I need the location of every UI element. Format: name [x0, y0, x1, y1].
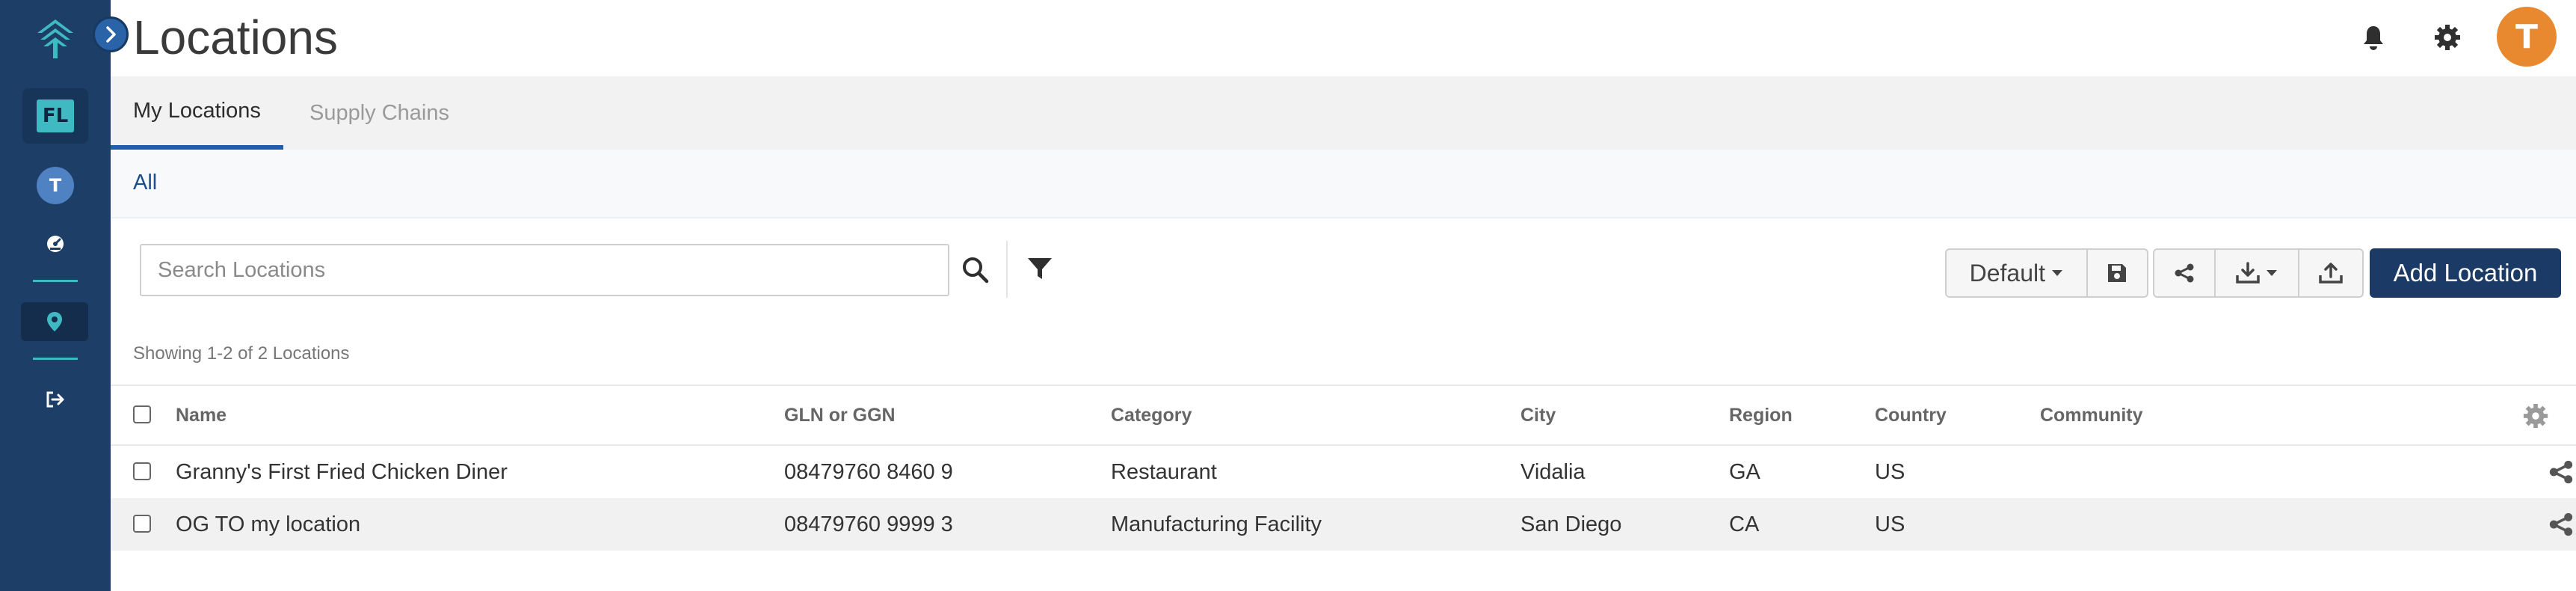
row-share-icon[interactable]	[2546, 457, 2576, 487]
search-input[interactable]	[140, 244, 949, 296]
save-view-button[interactable]	[2088, 250, 2147, 296]
bell-icon[interactable]	[2358, 22, 2388, 52]
app-logo-icon[interactable]	[34, 16, 76, 60]
sidebar: FL T	[0, 0, 111, 591]
column-header-category[interactable]: Category	[1111, 386, 1192, 444]
share-icon	[2175, 263, 2194, 283]
tabs-bar: My Locations Supply Chains	[111, 76, 2576, 150]
dashboard-icon[interactable]	[43, 232, 67, 256]
toolbar-divider	[1006, 241, 1008, 298]
sidebar-item-locations[interactable]	[21, 302, 88, 341]
cell-category: Manufacturing Facility	[1111, 512, 1322, 536]
org-badge: FL	[37, 99, 74, 132]
column-header-region[interactable]: Region	[1729, 386, 1793, 444]
caret-down-icon	[2267, 270, 2277, 276]
sidebar-expand-button[interactable]	[93, 16, 129, 52]
export-button-group	[2153, 248, 2364, 298]
share-button[interactable]	[2154, 250, 2216, 296]
upload-button[interactable]	[2299, 250, 2362, 296]
search-icon[interactable]	[959, 254, 992, 287]
row-checkbox[interactable]	[133, 462, 151, 480]
cell-name[interactable]: Granny's First Fried Chicken Diner	[176, 446, 508, 498]
cell-city: San Diego	[1520, 512, 1622, 536]
cell-gln: 08479760 9999 3	[784, 512, 953, 536]
table-header-row: Name GLN or GGN Category City Region Cou…	[111, 385, 2576, 446]
tab-supply-chains[interactable]: Supply Chains	[287, 76, 472, 150]
download-icon	[2236, 262, 2260, 284]
sidebar-user-avatar[interactable]: T	[37, 167, 74, 204]
cell-city: Vidalia	[1520, 459, 1586, 484]
org-switcher[interactable]: FL	[22, 88, 88, 144]
cell-country: US	[1875, 512, 1905, 536]
select-all-checkbox[interactable]	[133, 405, 151, 423]
view-button-group: Default	[1945, 248, 2148, 298]
cell-gln: 08479760 8460 9	[784, 459, 953, 484]
table-row[interactable]: Granny's First Fried Chicken Diner 08479…	[111, 446, 2576, 498]
filter-icon[interactable]	[1023, 252, 1056, 285]
cell-region: CA	[1729, 512, 1760, 536]
row-share-icon[interactable]	[2546, 509, 2576, 539]
page-title: Locations	[133, 10, 338, 64]
column-settings-gear-icon[interactable]	[2521, 401, 2551, 431]
gear-icon[interactable]	[2432, 22, 2462, 52]
chevron-right-icon	[106, 26, 116, 43]
cell-country: US	[1875, 459, 1905, 484]
subtab-bar: All	[111, 150, 2576, 218]
sidebar-divider	[33, 358, 78, 360]
cell-category: Restaurant	[1111, 459, 1217, 484]
user-avatar[interactable]: T	[2497, 7, 2557, 67]
save-icon	[2108, 264, 2127, 282]
cell-name[interactable]: OG TO my location	[176, 498, 360, 551]
row-checkbox[interactable]	[133, 515, 151, 533]
view-select-label: Default	[1969, 259, 2045, 287]
column-header-country[interactable]: Country	[1875, 386, 1947, 444]
column-header-city[interactable]: City	[1520, 386, 1556, 444]
caret-down-icon	[2051, 270, 2062, 276]
add-location-button[interactable]: Add Location	[2370, 248, 2561, 298]
cell-region: GA	[1729, 459, 1760, 484]
download-button[interactable]	[2216, 250, 2299, 296]
location-pin-icon	[47, 312, 62, 331]
subtab-all[interactable]: All	[133, 171, 157, 195]
sidebar-divider	[33, 280, 78, 282]
tab-my-locations[interactable]: My Locations	[111, 76, 283, 150]
upload-icon	[2319, 263, 2343, 284]
column-header-gln[interactable]: GLN or GGN	[784, 386, 896, 444]
column-header-community[interactable]: Community	[2040, 386, 2143, 444]
view-select[interactable]: Default	[1947, 250, 2088, 296]
results-count: Showing 1-2 of 2 Locations	[133, 343, 350, 364]
logout-icon[interactable]	[43, 388, 67, 411]
table-row[interactable]: OG TO my location 08479760 9999 3 Manufa…	[111, 498, 2576, 551]
column-header-name[interactable]: Name	[176, 386, 227, 444]
